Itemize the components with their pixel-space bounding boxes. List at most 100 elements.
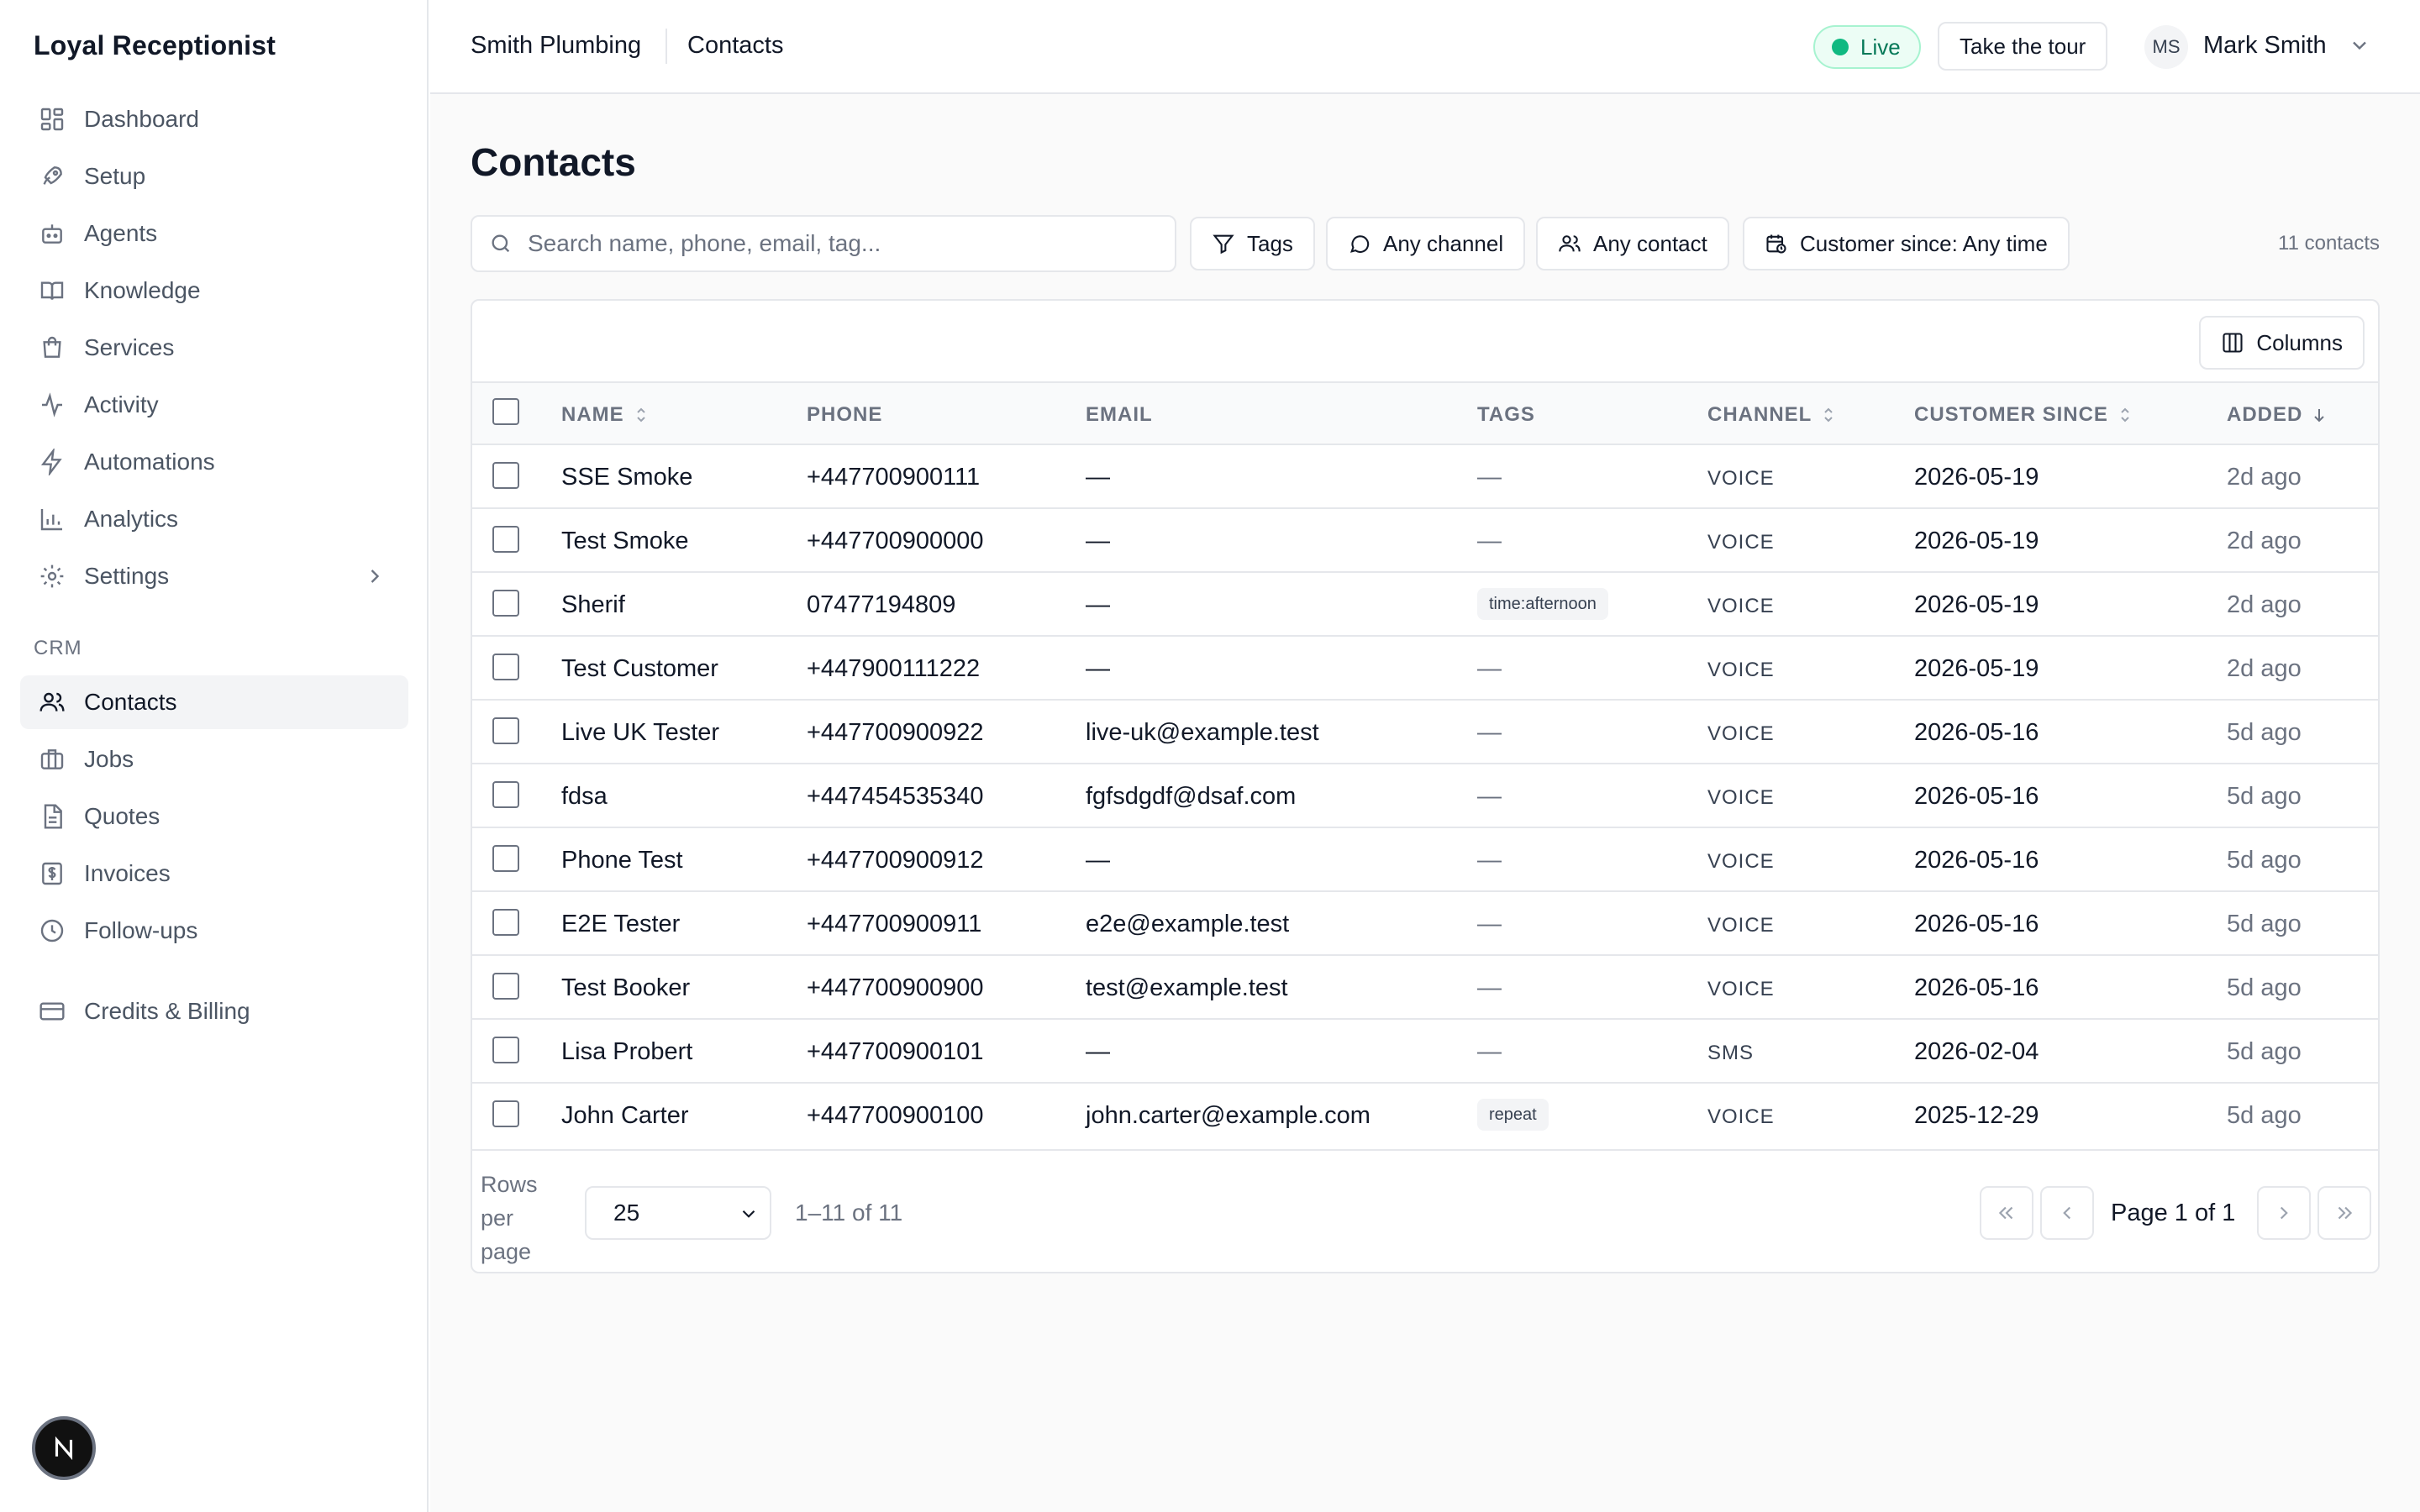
sidebar-item-contacts[interactable]: Contacts (20, 675, 408, 729)
next-page-button[interactable] (2257, 1186, 2311, 1240)
cell-channel: VOICE (1707, 850, 1775, 873)
contact-filter-button[interactable]: Any contact (1536, 217, 1729, 270)
live-dot-icon (1832, 39, 1849, 55)
next-logo-icon[interactable] (32, 1416, 96, 1480)
table-row[interactable]: John Carter +447700900100 john.carter@exam… (472, 1082, 2378, 1146)
sidebar-item-agents[interactable]: Agents (20, 207, 408, 260)
sidebar-item-quotes[interactable]: Quotes (20, 790, 408, 843)
row-checkbox[interactable] (492, 654, 519, 680)
table-row[interactable]: Test Smoke +447700900000 — — VOICE 2026-05-19… (472, 507, 2378, 571)
customer-since-filter-button[interactable]: Customer since: Any time (1743, 217, 2070, 270)
chevron-down-icon[interactable] (2348, 34, 2371, 57)
sidebar-item-jobs[interactable]: Jobs (20, 732, 408, 786)
bot-icon (39, 220, 66, 247)
column-header-email[interactable]: EMAIL (1086, 403, 1153, 427)
rocket-icon (39, 163, 66, 190)
rows-per-page-label: Rows per page (481, 1172, 538, 1264)
table-row[interactable]: E2E Tester +447700900911 e2e@example.test —… (472, 890, 2378, 954)
column-header-phone[interactable]: PHONE (807, 403, 882, 427)
sidebar: Loyal Receptionist Dashboard Setup Agent… (0, 0, 429, 1512)
last-page-button[interactable] (2317, 1186, 2371, 1240)
sidebar-item-label: Settings (84, 563, 170, 589)
cell-customer-since: 2026-05-16 (1914, 783, 2039, 810)
column-header-name[interactable]: NAME (561, 403, 650, 427)
chevrons-right-icon (2333, 1202, 2355, 1224)
table-footer: Rows per page 25 1–11 of 11 Page 1 of 1 (472, 1149, 2378, 1272)
row-checkbox[interactable] (492, 845, 519, 872)
chevron-right-icon (2273, 1202, 2295, 1224)
header-label: NAME (561, 403, 624, 426)
cell-tags: — (1477, 655, 1502, 682)
contacts-table: NAME PHONE EMAIL TAGS CHANNEL CUSTOMER S… (472, 381, 2378, 1146)
table-row[interactable]: Phone Test +447700900912 — — VOICE 2026-05-16… (472, 827, 2378, 890)
row-checkbox[interactable] (492, 717, 519, 744)
tag-chip: time:afternoon (1477, 588, 1608, 620)
previous-page-button[interactable] (2040, 1186, 2094, 1240)
tags-filter-button[interactable]: Tags (1190, 217, 1315, 270)
cell-name: Live UK Tester (561, 719, 720, 746)
rows-per-page-select[interactable]: 25 (585, 1186, 771, 1240)
search-input[interactable] (528, 230, 1166, 257)
sidebar-item-knowledge[interactable]: Knowledge (20, 264, 408, 318)
sidebar-item-setup[interactable]: Setup (20, 150, 408, 203)
column-header-tags[interactable]: TAGS (1477, 403, 1535, 427)
table-row[interactable]: Live UK Tester +447700900922 live-uk@examp… (472, 699, 2378, 763)
row-checkbox[interactable] (492, 1037, 519, 1063)
message-circle-icon (1348, 232, 1371, 255)
page-indicator: Page 1 of 1 (2111, 1200, 2236, 1226)
header-label: EMAIL (1086, 403, 1153, 426)
columns-button[interactable]: Columns (2199, 316, 2365, 370)
row-checkbox[interactable] (492, 909, 519, 936)
first-page-button[interactable] (1980, 1186, 2033, 1240)
cell-phone: +447700900101 (807, 1038, 984, 1065)
live-status-badge[interactable]: Live (1813, 25, 1921, 69)
sidebar-item-label: Activity (84, 391, 159, 417)
row-checkbox[interactable] (492, 781, 519, 808)
sidebar-nav: Dashboard Setup Agents Knowledge Service… (20, 92, 408, 1042)
sidebar-item-services[interactable]: Services (20, 321, 408, 375)
sidebar-item-credits-billing[interactable]: Credits & Billing (20, 984, 408, 1038)
sidebar-item-invoices[interactable]: Invoices (20, 847, 408, 900)
sidebar-item-settings[interactable]: Settings (20, 549, 408, 603)
avatar[interactable]: MS (2144, 25, 2188, 69)
cell-customer-since: 2026-05-16 (1914, 719, 2039, 746)
breadcrumb-business[interactable]: Smith Plumbing (471, 32, 641, 60)
topbar: Smith Plumbing Contacts Live Take the to… (430, 0, 2420, 94)
column-header-added[interactable]: ADDED (2227, 403, 2328, 427)
sidebar-item-dashboard[interactable]: Dashboard (20, 92, 408, 146)
take-tour-button[interactable]: Take the tour (1938, 22, 2108, 71)
briefcase-icon (39, 746, 66, 773)
sidebar-item-activity[interactable]: Activity (20, 378, 408, 432)
row-checkbox[interactable] (492, 462, 519, 489)
column-header-customer-since[interactable]: CUSTOMER SINCE (1914, 403, 2133, 427)
row-checkbox[interactable] (492, 526, 519, 553)
cell-phone: +447700900911 (807, 911, 982, 937)
contact-filter-label: Any contact (1593, 230, 1707, 256)
sidebar-item-label: Jobs (84, 746, 134, 772)
lightning-icon (39, 449, 66, 475)
table-row[interactable]: Lisa Probert +447700900101 — — SMS 2026-02-04… (472, 1018, 2378, 1082)
sidebar-item-label: Contacts (84, 689, 177, 715)
cell-customer-since: 2026-05-19 (1914, 464, 2039, 491)
search-box[interactable] (471, 215, 1176, 272)
select-all-checkbox[interactable] (492, 398, 519, 425)
row-checkbox[interactable] (492, 973, 519, 1000)
row-checkbox[interactable] (492, 1100, 519, 1127)
table-row[interactable]: Sherif 07477194809 — time:afternoon VOICE 202… (472, 571, 2378, 635)
row-checkbox[interactable] (492, 590, 519, 617)
user-name[interactable]: Mark Smith (2203, 32, 2327, 60)
table-row[interactable]: Test Booker +447700900900 test@example.tes… (472, 954, 2378, 1018)
table-row[interactable]: fdsa +447454535340 fgfsdgdf@dsaf.com — VOICE… (472, 763, 2378, 827)
cell-channel: VOICE (1707, 659, 1775, 681)
table-row[interactable]: Test Customer +447900111222 — — VOICE 2026-05… (472, 635, 2378, 699)
table-row[interactable]: SSE Smoke +447700900111 — — VOICE 2026-05-19 2… (472, 444, 2378, 507)
sidebar-item-automations[interactable]: Automations (20, 435, 408, 489)
sidebar-item-analytics[interactable]: Analytics (20, 492, 408, 546)
cell-email: — (1086, 464, 1110, 491)
chevron-down-icon (738, 1203, 760, 1225)
column-header-channel[interactable]: CHANNEL (1707, 403, 1837, 427)
channel-filter-button[interactable]: Any channel (1326, 217, 1526, 270)
cell-tags: — (1477, 911, 1502, 937)
sidebar-item-follow-ups[interactable]: Follow-ups (20, 904, 408, 958)
cell-added: 2d ago (2227, 655, 2302, 682)
